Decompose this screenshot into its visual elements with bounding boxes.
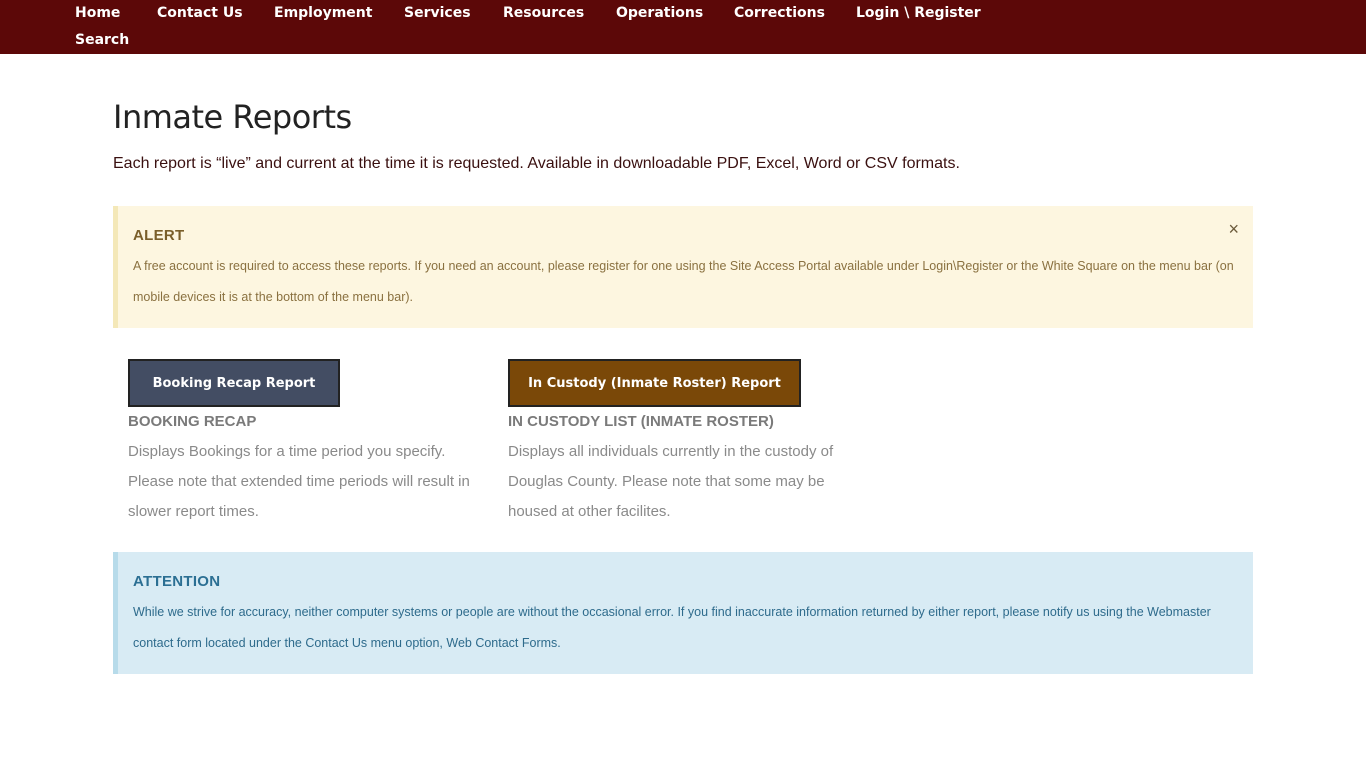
nav-item-services[interactable]: Services xyxy=(404,0,471,26)
top-navigation: Home Contact Us Employment Services Reso… xyxy=(0,0,1366,54)
attention-text: While we strive for accuracy, neither co… xyxy=(133,605,1211,650)
booking-recap-title: BOOKING RECAP xyxy=(128,413,257,430)
nav-item-login-register[interactable]: Login \ Register xyxy=(856,0,981,26)
nav-item-employment[interactable]: Employment xyxy=(274,0,372,26)
alert-text: A free account is required to access the… xyxy=(133,259,1234,304)
booking-recap-description: Displays Bookings for a time period you … xyxy=(128,443,470,520)
page-title: Inmate Reports xyxy=(113,98,352,136)
alert-box: ALERT A free account is required to acce… xyxy=(113,206,1253,328)
booking-recap-report-button[interactable]: Booking Recap Report xyxy=(128,359,340,407)
attention-title: ATTENTION xyxy=(133,573,221,590)
in-custody-report-button[interactable]: In Custody (Inmate Roster) Report xyxy=(508,359,801,407)
nav-item-search[interactable]: Search xyxy=(75,27,129,53)
alert-title: ALERT xyxy=(133,227,185,244)
in-custody-title: IN CUSTODY LIST (INMATE ROSTER) xyxy=(508,413,774,430)
in-custody-description: Displays all individuals currently in th… xyxy=(508,443,834,520)
page-intro: Each report is “live” and current at the… xyxy=(113,155,960,172)
close-icon[interactable]: × xyxy=(1228,219,1239,239)
nav-item-corrections[interactable]: Corrections xyxy=(734,0,825,26)
nav-item-contact-us[interactable]: Contact Us xyxy=(157,0,243,26)
nav-item-home[interactable]: Home xyxy=(75,0,120,26)
attention-box: ATTENTION While we strive for accuracy, … xyxy=(113,552,1253,674)
nav-item-operations[interactable]: Operations xyxy=(616,0,703,26)
nav-item-resources[interactable]: Resources xyxy=(503,0,584,26)
